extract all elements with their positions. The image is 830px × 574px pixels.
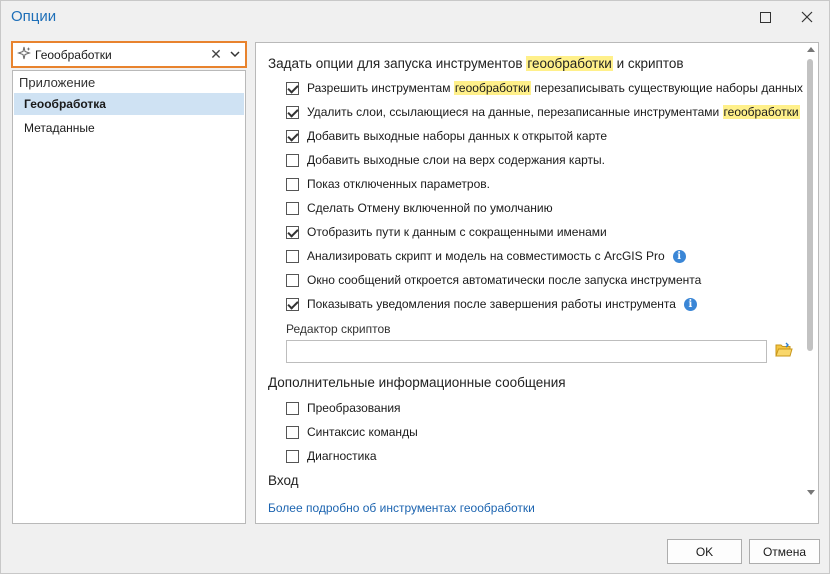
message-option-row[interactable]: Синтаксис команды — [286, 423, 418, 441]
nav-item-metadata[interactable]: Метаданные — [14, 117, 244, 139]
option-row[interactable]: Разрешить инструментам геообработки пере… — [286, 79, 803, 97]
message-option-row[interactable]: Преобразования — [286, 399, 401, 417]
section-title-highlight: геообработки — [526, 56, 613, 71]
option-label: Добавить выходные наборы данных к открыт… — [307, 129, 607, 143]
option-label-text: Анализировать скрипт и модель на совмест… — [307, 249, 665, 263]
scroll-up-arrow-icon[interactable] — [807, 47, 815, 52]
clear-search-icon[interactable]: ✕ — [209, 45, 223, 63]
option-label-text: Сделать Отмену включенной по умолчанию — [307, 201, 553, 215]
option-row[interactable]: Добавить выходные наборы данных к открыт… — [286, 127, 607, 145]
option-checkbox[interactable] — [286, 201, 299, 215]
section-title-run-options: Задать опции для запуска инструментов ге… — [268, 56, 684, 71]
option-checkbox[interactable] — [286, 273, 299, 287]
option-checkbox[interactable] — [286, 81, 299, 95]
option-label-highlight: геообработки — [453, 81, 531, 95]
message-option-row[interactable]: Диагностика — [286, 447, 377, 465]
section-title-suffix: и скриптов — [612, 56, 684, 71]
option-row[interactable]: Отобразить пути к данным с сокращенными … — [286, 223, 607, 241]
options-dialog: Опции ✕ Приложение Геообработка Метаданн… — [0, 0, 830, 574]
option-checkbox[interactable] — [286, 129, 299, 143]
option-checkbox[interactable] — [286, 225, 299, 239]
option-label-text: Добавить выходные наборы данных к открыт… — [307, 129, 608, 143]
option-label: Добавить выходные слои на верх содержани… — [307, 153, 605, 167]
option-row[interactable]: Сделать Отмену включенной по умолчанию — [286, 199, 553, 217]
options-navigation: Приложение Геообработка Метаданные — [12, 70, 246, 524]
option-label: Разрешить инструментам геообработки пере… — [307, 81, 803, 95]
nav-item-geoprocessing[interactable]: Геообработка — [14, 93, 244, 115]
option-label-highlight: геообработки — [722, 105, 800, 119]
title-bar: Опции — [1, 1, 829, 33]
option-label: Анализировать скрипт и модель на совмест… — [307, 249, 665, 263]
section-title-logging: Вход — [268, 473, 299, 488]
message-option-label: Преобразования — [307, 401, 401, 415]
cancel-button[interactable]: Отмена — [749, 539, 820, 564]
option-label-text: Разрешить инструментам — [307, 81, 454, 95]
option-label-text: Окно сообщений откроется автоматически п… — [307, 273, 702, 287]
option-row[interactable]: Показывать уведомления после завершения … — [286, 295, 697, 313]
nav-header-application: Приложение — [19, 75, 96, 90]
option-checkbox[interactable] — [286, 249, 299, 263]
maximize-icon[interactable] — [755, 7, 775, 27]
folder-icon[interactable] — [775, 342, 793, 358]
learn-more-link[interactable]: Более подробно об инструментах геообрабо… — [268, 501, 535, 515]
option-row[interactable]: Анализировать скрипт и модель на совмест… — [286, 247, 686, 265]
message-option-label: Синтаксис команды — [307, 425, 418, 439]
option-label: Показывать уведомления после завершения … — [307, 297, 676, 311]
option-row[interactable]: Удалить слои, ссылающиеся на данные, пер… — [286, 103, 800, 121]
option-label: Отобразить пути к данным с сокращенными … — [307, 225, 607, 239]
option-label-text: Добавить выходные слои на верх содержани… — [307, 153, 605, 167]
section-title-additional-messages: Дополнительные информационные сообщения — [268, 375, 566, 390]
option-label: Сделать Отмену включенной по умолчанию — [307, 201, 553, 215]
message-checkbox[interactable] — [286, 449, 299, 463]
scroll-down-arrow-icon[interactable] — [807, 490, 815, 495]
info-icon[interactable]: i — [672, 249, 686, 263]
script-editor-input[interactable] — [286, 340, 767, 363]
chevron-down-icon[interactable] — [229, 48, 241, 60]
option-row[interactable]: Добавить выходные слои на верх содержани… — [286, 151, 605, 169]
section-title-prefix: Задать опции для запуска инструментов — [268, 56, 527, 71]
option-checkbox[interactable] — [286, 177, 299, 191]
ok-button[interactable]: OK — [667, 539, 742, 564]
script-editor-label: Редактор скриптов — [286, 322, 391, 336]
option-checkbox[interactable] — [286, 297, 299, 311]
vertical-scrollbar[interactable] — [806, 47, 815, 495]
options-search-box[interactable]: ✕ — [11, 41, 247, 68]
option-label-text: Удалить слои, ссылающиеся на данные, пер… — [307, 105, 723, 119]
sparkle-icon — [17, 46, 31, 60]
message-option-label: Диагностика — [307, 449, 377, 463]
option-row[interactable]: Показ отключенных параметров. — [286, 175, 490, 193]
message-checkbox[interactable] — [286, 401, 299, 415]
option-label: Показ отключенных параметров. — [307, 177, 490, 191]
option-label: Окно сообщений откроется автоматически п… — [307, 273, 701, 287]
message-checkbox[interactable] — [286, 425, 299, 439]
option-checkbox[interactable] — [286, 105, 299, 119]
scrollbar-thumb[interactable] — [807, 59, 813, 351]
option-label: Удалить слои, ссылающиеся на данные, пер… — [307, 105, 800, 119]
option-row[interactable]: Окно сообщений откроется автоматически п… — [286, 271, 701, 289]
option-label-text: Показывать уведомления после завершения … — [307, 297, 676, 311]
option-label-text: перезаписывать существующие наборы данны… — [530, 81, 803, 95]
option-checkbox[interactable] — [286, 153, 299, 167]
dialog-title: Опции — [11, 8, 57, 25]
info-icon[interactable]: i — [683, 297, 697, 311]
search-input[interactable] — [35, 45, 211, 64]
option-label-text: Показ отключенных параметров. — [307, 177, 490, 191]
option-label-text: Отобразить пути к данным с сокращенными … — [307, 225, 607, 239]
close-icon[interactable] — [797, 7, 817, 27]
geoprocessing-options-panel: Задать опции для запуска инструментов ге… — [255, 42, 819, 524]
